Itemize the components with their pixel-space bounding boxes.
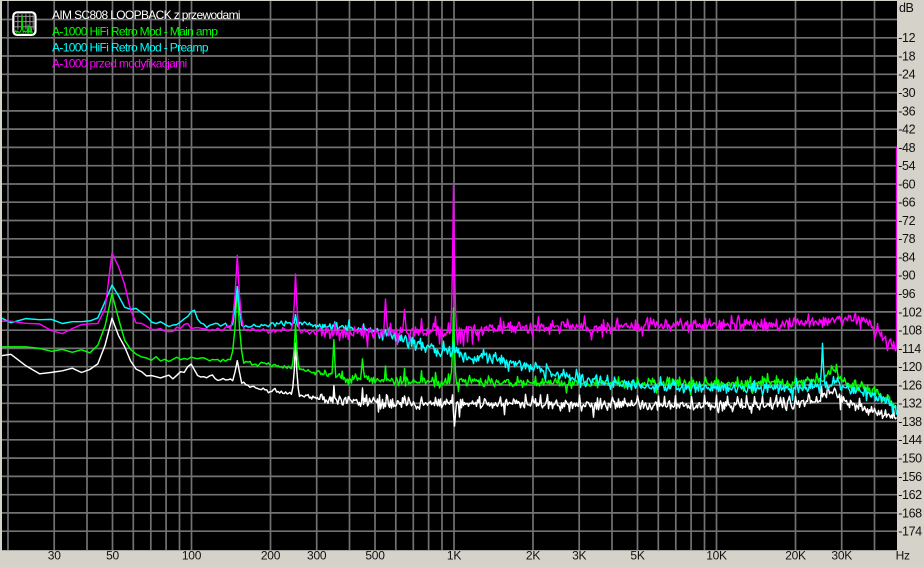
svg-text:1K: 1K — [447, 548, 461, 562]
svg-text:-24: -24 — [898, 68, 915, 82]
svg-text:300: 300 — [307, 548, 327, 562]
svg-text:-114: -114 — [898, 342, 921, 356]
svg-text:-144: -144 — [898, 433, 922, 447]
svg-text:-42: -42 — [898, 123, 915, 137]
svg-text:AIM SC808 LOOPBACK z przewodam: AIM SC808 LOOPBACK z przewodami — [52, 8, 240, 22]
svg-text:-162: -162 — [898, 488, 922, 502]
svg-text:-102: -102 — [898, 305, 922, 319]
svg-text:-78: -78 — [898, 232, 915, 246]
svg-text:500: 500 — [365, 548, 385, 562]
svg-text:20K: 20K — [785, 548, 806, 562]
svg-text:A-1000 HiFi Retro Mod - Main a: A-1000 HiFi Retro Mod - Main amp — [52, 24, 218, 38]
svg-text:-90: -90 — [898, 269, 915, 283]
svg-text:-138: -138 — [898, 415, 922, 429]
svg-text:-96: -96 — [898, 287, 915, 301]
svg-text:-72: -72 — [898, 214, 915, 228]
svg-text:-54: -54 — [898, 159, 915, 173]
svg-text:5K: 5K — [630, 548, 644, 562]
svg-text:Hz: Hz — [896, 548, 910, 562]
svg-text:A-1000 przed modyfikacjami: A-1000 przed modyfikacjami — [52, 56, 187, 70]
svg-text:3K: 3K — [572, 548, 586, 562]
svg-text:-108: -108 — [898, 324, 922, 338]
svg-text:50: 50 — [106, 548, 119, 562]
svg-text:-132: -132 — [898, 397, 922, 411]
svg-text:-150: -150 — [898, 452, 922, 466]
svg-text:10K: 10K — [706, 548, 727, 562]
svg-text:-168: -168 — [898, 506, 922, 520]
svg-text:-126: -126 — [898, 378, 922, 392]
svg-text:-66: -66 — [898, 196, 915, 210]
svg-text:-60: -60 — [898, 177, 915, 191]
svg-text:dB: dB — [899, 1, 914, 15]
svg-text:100: 100 — [182, 548, 202, 562]
svg-text:-120: -120 — [898, 360, 922, 374]
svg-text:-48: -48 — [898, 141, 915, 155]
svg-text:-36: -36 — [898, 104, 915, 118]
svg-text:A-1000 HiFi Retro Mod - Preamp: A-1000 HiFi Retro Mod - Preamp — [52, 41, 209, 55]
svg-text:-84: -84 — [898, 251, 915, 265]
svg-text:-30: -30 — [898, 86, 915, 100]
svg-text:2K: 2K — [526, 548, 540, 562]
svg-text:-18: -18 — [898, 49, 915, 63]
svg-text:-12: -12 — [898, 31, 915, 45]
svg-text:30K: 30K — [831, 548, 852, 562]
svg-text:200: 200 — [261, 548, 281, 562]
svg-text:30: 30 — [48, 548, 61, 562]
svg-text:-174: -174 — [898, 525, 922, 539]
svg-text:-156: -156 — [898, 470, 922, 484]
